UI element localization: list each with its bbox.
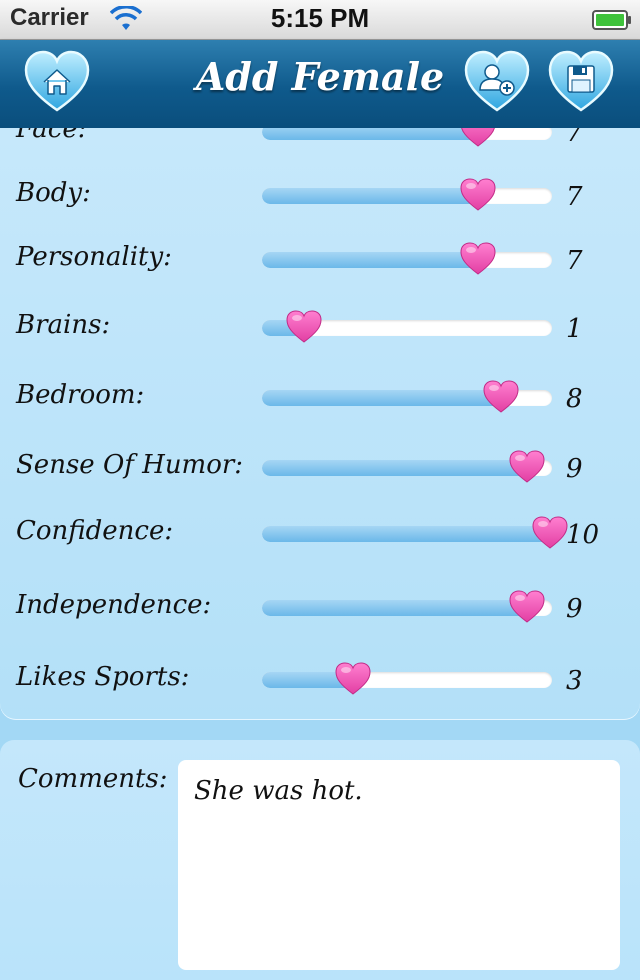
comments-textarea[interactable]: She was hot. (178, 760, 620, 970)
rating-slider-fill (262, 600, 529, 616)
rating-label: Personality: (16, 242, 172, 272)
heart-slider-thumb-icon[interactable] (509, 450, 545, 484)
heart-slider-thumb-icon[interactable] (335, 662, 371, 696)
page-title: Add Female (195, 54, 445, 99)
rating-value: 7 (566, 246, 583, 276)
rating-row: Confidence: 10 (0, 512, 640, 572)
rating-slider-track[interactable] (262, 188, 552, 204)
rating-row: Personality: 7 (0, 238, 640, 298)
rating-value: 8 (566, 384, 583, 414)
rating-label: Independence: (16, 590, 212, 620)
rating-slider-track[interactable] (262, 672, 552, 688)
rating-value: 10 (566, 520, 600, 550)
comments-label: Comments: (18, 764, 168, 794)
status-bar: Carrier 5:15 PM (0, 0, 640, 40)
heart-slider-thumb-icon[interactable] (483, 380, 519, 414)
rating-value: 1 (566, 314, 583, 344)
battery-icon (592, 10, 631, 30)
rating-label: Bedroom: (16, 380, 145, 410)
rating-slider-track[interactable] (262, 252, 552, 268)
rating-slider-fill (262, 460, 529, 476)
rating-slider-fill (262, 252, 480, 268)
rating-value: 7 (566, 182, 583, 212)
heart-slider-thumb-icon[interactable] (286, 310, 322, 344)
add-user-button[interactable] (464, 50, 530, 114)
rating-slider-fill (262, 128, 480, 140)
rating-row: Brains: 1 (0, 306, 640, 366)
rating-slider-track[interactable] (262, 128, 552, 140)
save-button[interactable] (548, 50, 614, 114)
rating-row: Likes Sports: 3 (0, 658, 640, 718)
rating-label: Sense Of Humor: (16, 450, 244, 480)
comments-panel: Comments: She was hot. (0, 740, 640, 980)
rating-label: Brains: (16, 310, 111, 340)
rating-row: Body: 7 (0, 174, 640, 234)
save-icon (548, 50, 614, 112)
heart-slider-thumb-icon[interactable] (532, 516, 568, 550)
status-time: 5:15 PM (270, 3, 370, 33)
rating-row: Face: 7 (0, 128, 640, 170)
add-user-icon (464, 50, 530, 112)
rating-label: Face: (16, 128, 87, 144)
rating-slider-fill (262, 390, 503, 406)
heart-slider-thumb-icon[interactable] (460, 242, 496, 276)
rating-label: Confidence: (16, 516, 174, 546)
rating-label: Body: (16, 178, 91, 208)
rating-value: 7 (566, 128, 583, 148)
heart-slider-thumb-icon[interactable] (509, 590, 545, 624)
heart-slider-thumb-icon[interactable] (460, 178, 496, 212)
rating-value: 3 (566, 666, 583, 696)
rating-label: Likes Sports: (16, 662, 190, 692)
ratings-panel: Face: 7 Body: 7 Personality: 7 Brains: 1 Bedroom… (0, 128, 640, 720)
nav-bar: Add Female (0, 40, 640, 128)
rating-value: 9 (566, 454, 583, 484)
rating-value: 9 (566, 594, 583, 624)
rating-slider-fill (262, 188, 480, 204)
rating-slider-fill (262, 526, 552, 542)
rating-slider-track[interactable] (262, 526, 552, 542)
rating-row: Sense Of Humor: 9 (0, 446, 640, 506)
heart-slider-thumb-icon[interactable] (460, 128, 496, 148)
rating-row: Independence: 9 (0, 586, 640, 646)
rating-row: Bedroom: 8 (0, 376, 640, 436)
